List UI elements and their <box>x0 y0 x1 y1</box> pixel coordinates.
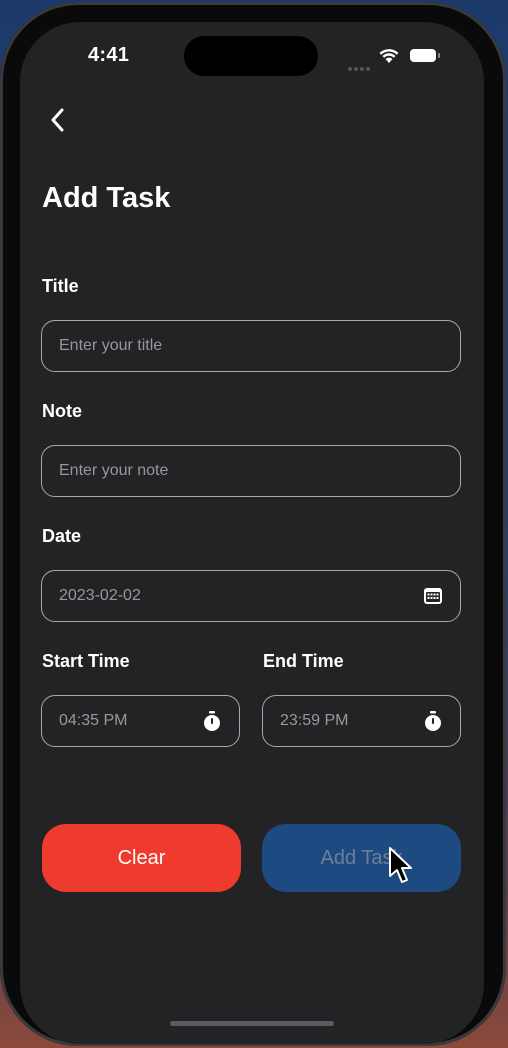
end-time-value: 23:59 PM <box>280 712 349 729</box>
stopwatch-icon[interactable] <box>201 710 223 732</box>
page-title: Add Task <box>42 182 171 214</box>
phone-frame: 4:41 Add Task Title Enter your title Not… <box>0 2 506 1046</box>
calendar-icon[interactable] <box>422 585 444 607</box>
clear-button-label: Clear <box>117 846 166 869</box>
start-time-label: Start Time <box>42 651 130 671</box>
back-arrow-icon[interactable] <box>46 106 70 134</box>
title-placeholder: Enter your title <box>59 337 163 354</box>
home-indicator <box>170 1021 334 1026</box>
signal-icon <box>348 58 372 76</box>
mouse-cursor-icon <box>389 847 412 883</box>
start-time-field[interactable]: 04:35 PM <box>41 695 240 747</box>
note-input[interactable]: Enter your note <box>41 445 461 497</box>
stopwatch-icon[interactable] <box>422 710 444 732</box>
note-label: Note <box>42 401 82 421</box>
dynamic-island <box>184 36 318 76</box>
start-time-value: 04:35 PM <box>59 712 128 729</box>
date-value: 2023-02-02 <box>59 587 141 604</box>
date-field[interactable]: 2023-02-02 <box>41 570 461 622</box>
battery-icon <box>410 49 440 62</box>
end-time-label: End Time <box>263 651 344 671</box>
status-time: 4:41 <box>88 44 130 66</box>
note-placeholder: Enter your note <box>59 462 169 479</box>
app-screen: 4:41 Add Task Title Enter your title Not… <box>20 22 484 1044</box>
add-task-button[interactable]: Add Task <box>262 824 461 892</box>
date-label: Date <box>42 526 82 546</box>
title-input[interactable]: Enter your title <box>41 320 461 372</box>
end-time-field[interactable]: 23:59 PM <box>262 695 461 747</box>
title-label: Title <box>42 276 79 296</box>
clear-button[interactable]: Clear <box>42 824 241 892</box>
wifi-icon <box>379 49 399 63</box>
